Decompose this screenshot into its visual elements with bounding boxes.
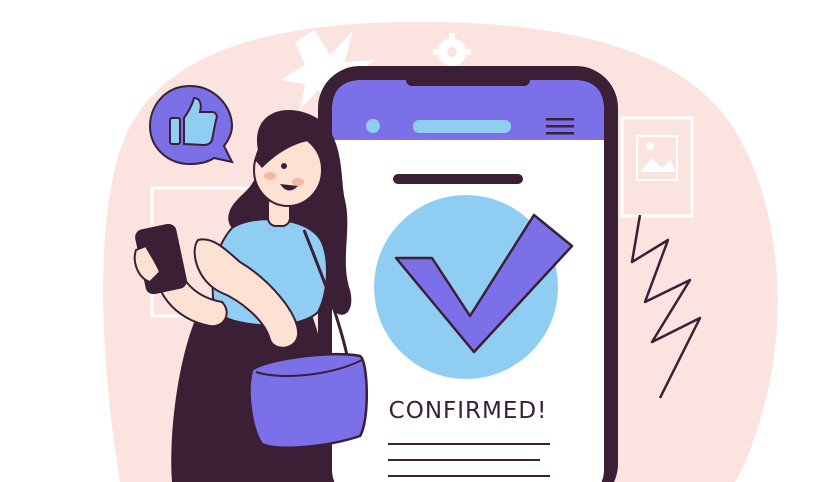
confirmed-label: CONFIRMED!: [389, 398, 548, 424]
phone-notch: [406, 66, 530, 86]
confirmation-illustration: CONFIRMED!: [103, 21, 778, 482]
header-dot: [366, 119, 380, 133]
speech-bubble: [148, 84, 234, 166]
title-line: [393, 174, 523, 184]
header-title-pill: [413, 120, 511, 133]
hamburger-menu-icon[interactable]: [546, 118, 574, 135]
shoulder-bag: [248, 352, 368, 449]
